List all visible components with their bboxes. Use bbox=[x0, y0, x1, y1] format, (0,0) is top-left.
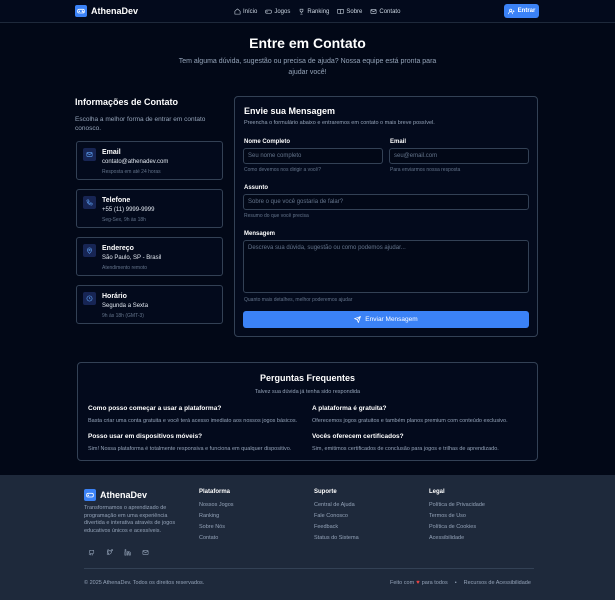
footer-link[interactable]: Política de Privacidade bbox=[429, 502, 485, 508]
contact-info-desc: Escolha a melhor forma de entrar em cont… bbox=[75, 116, 206, 132]
heart-icon: ♥ bbox=[416, 580, 420, 586]
copyright: © 2025 AthenaDev. Todos os direitos rese… bbox=[84, 580, 205, 586]
subject-label: Assunto bbox=[244, 185, 268, 191]
gamepad-icon bbox=[265, 9, 273, 14]
footer-logo[interactable]: AthenaDev bbox=[84, 489, 147, 501]
accessibility-link[interactable]: Recursos de Acessibilidade bbox=[464, 580, 531, 586]
send-icon bbox=[354, 316, 362, 323]
name-hint: Como devemos nos dirigir a você? bbox=[244, 167, 321, 173]
github-icon[interactable] bbox=[88, 549, 95, 556]
nav-item-inicio[interactable]: Início bbox=[234, 8, 257, 15]
footer-desc: Transformamos o aprendizado de programaç… bbox=[84, 505, 176, 534]
faq-answer: Sim! Nossa plataforma é totalmente respo… bbox=[88, 446, 292, 452]
faq-question: A plataforma é gratuita? bbox=[312, 405, 387, 412]
footer-link[interactable]: Acessibilidade bbox=[429, 535, 464, 541]
footer-link[interactable]: Política de Cookies bbox=[429, 524, 476, 530]
name-input[interactable]: Seu nome completo bbox=[243, 148, 383, 164]
contact-info-title: Informações de Contato bbox=[75, 97, 179, 107]
social-links bbox=[88, 549, 149, 556]
trophy-icon bbox=[300, 8, 304, 15]
footer-link[interactable]: Nossos Jogos bbox=[199, 502, 234, 508]
faq-subtitle: Talvez sua dúvida já tenha sido respondi… bbox=[254, 389, 361, 395]
faq-question: Posso usar em dispositivos móveis? bbox=[88, 433, 203, 440]
info-card-address: Endereço São Paulo, SP - Brasil Atendime… bbox=[76, 237, 223, 276]
nav-item-contato[interactable]: Contato bbox=[370, 8, 400, 15]
logo-text: AthenaDev bbox=[91, 6, 139, 16]
email-label: Email bbox=[390, 139, 407, 145]
faq-answer: Oferecemos jogos gratuitos e também plan… bbox=[312, 418, 508, 424]
phone-icon bbox=[83, 196, 96, 209]
footer-link[interactable]: Central de Ajuda bbox=[314, 502, 355, 508]
mail-icon[interactable] bbox=[142, 549, 149, 556]
subject-hint: Resumo do que você precisa bbox=[244, 213, 309, 219]
separator-dot: • bbox=[454, 580, 457, 586]
footer-link[interactable]: Termos de Uso bbox=[429, 513, 466, 519]
email-input[interactable]: seu@email.com bbox=[389, 148, 529, 164]
footer-col-title: Plataforma bbox=[199, 489, 231, 495]
mail-icon bbox=[83, 148, 96, 161]
footer-link[interactable]: Feedback bbox=[314, 524, 338, 530]
page-title: Entre em Contato bbox=[249, 35, 366, 51]
contact-form: Envie sua Mensagem Preencha o formulário… bbox=[234, 96, 538, 337]
linkedin-icon[interactable] bbox=[124, 549, 131, 556]
faq-answer: Basta criar uma conta gratuita e você te… bbox=[88, 418, 298, 424]
nav-item-ranking[interactable]: Ranking bbox=[298, 8, 329, 15]
book-icon bbox=[337, 9, 345, 14]
footer-link[interactable]: Fale Conosco bbox=[314, 513, 348, 519]
phone-value[interactable]: +55 (11) 9999-9999 bbox=[102, 207, 154, 213]
footer-link[interactable]: Sobre Nós bbox=[199, 524, 225, 530]
send-message-button[interactable]: Enviar Mensagem bbox=[243, 311, 529, 328]
message-textarea[interactable]: Descreva sua dúvida, sugestão ou como po… bbox=[243, 240, 529, 293]
nav-item-sobre[interactable]: Sobre bbox=[337, 8, 362, 15]
message-hint: Quanto mais detalhes, melhor poderemos a… bbox=[244, 297, 353, 303]
map-pin-icon bbox=[83, 244, 96, 257]
faq-question: Como posso começar a usar a plataforma? bbox=[88, 405, 222, 412]
info-card-email: Email contato@athenadev.com Resposta em … bbox=[76, 141, 223, 180]
subject-input[interactable]: Sobre o que você gostaria de falar? bbox=[243, 194, 529, 210]
message-label: Mensagem bbox=[244, 231, 276, 237]
page-subtitle: Tem alguma dúvida, sugestão ou precisa d… bbox=[178, 58, 437, 76]
footer-col-title: Legal bbox=[429, 489, 445, 495]
footer-bottom-right: Feito com ♥ para todos • Recursos de Ace… bbox=[390, 580, 531, 586]
faq-question: Vocês oferecem certificados? bbox=[312, 433, 404, 440]
footer: AthenaDev Transformamos o aprendizado de… bbox=[0, 475, 615, 600]
faq-title: Perguntas Frequentes bbox=[259, 373, 356, 383]
info-card-phone: Telefone +55 (11) 9999-9999 Seg-Sex, 9h … bbox=[76, 189, 223, 228]
nav-item-jogos[interactable]: Jogos bbox=[265, 8, 290, 15]
footer-col-title: Suporte bbox=[314, 489, 337, 495]
gamepad-icon bbox=[75, 5, 87, 17]
email-value[interactable]: contato@athenadev.com bbox=[102, 159, 168, 165]
home-icon bbox=[234, 8, 241, 15]
clock-icon bbox=[83, 292, 96, 305]
faq-answer: Sim, emitimos certificados de conclusão … bbox=[312, 446, 499, 452]
footer-link[interactable]: Contato bbox=[199, 535, 218, 541]
twitter-icon[interactable] bbox=[106, 549, 113, 556]
info-card-hours: Horário Segunda a Sexta 9h às 18h (GMT-3… bbox=[76, 285, 223, 324]
footer-link[interactable]: Ranking bbox=[199, 513, 219, 519]
gamepad-icon bbox=[84, 489, 96, 501]
name-label: Nome Completo bbox=[244, 139, 291, 145]
faq-section: Perguntas Frequentes Talvez sua dúvida j… bbox=[77, 362, 538, 461]
mail-icon bbox=[370, 9, 377, 14]
logo[interactable]: AthenaDev bbox=[75, 5, 138, 17]
form-desc: Preencha o formulário abaixo e entraremo… bbox=[244, 120, 435, 126]
email-hint: Para enviarmos nossa resposta bbox=[390, 167, 461, 173]
main-nav: Início Jogos Ranking Sobre Contato bbox=[234, 0, 400, 23]
form-title: Envie sua Mensagem bbox=[244, 106, 336, 116]
footer-divider bbox=[84, 568, 534, 569]
user-plus-icon bbox=[507, 8, 515, 14]
login-button[interactable]: Entrar bbox=[504, 4, 539, 18]
footer-link[interactable]: Status do Sistema bbox=[314, 535, 359, 541]
